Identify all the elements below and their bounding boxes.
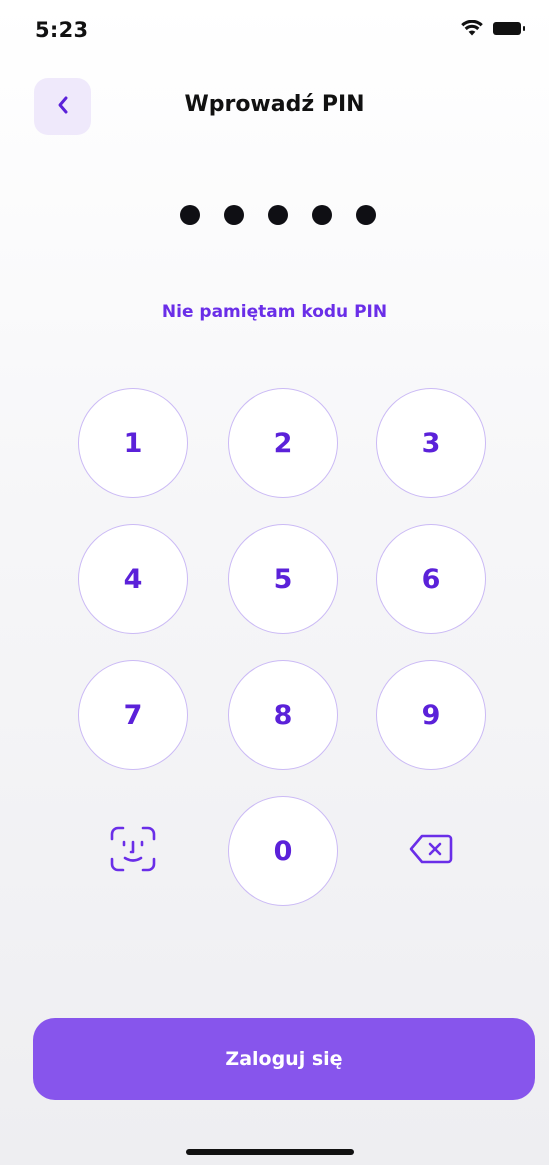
delete-button[interactable]: [376, 796, 486, 906]
battery-icon: [493, 21, 525, 35]
key-8[interactable]: 8: [228, 660, 338, 770]
home-indicator: [186, 1149, 354, 1155]
login-button[interactable]: Zaloguj się: [33, 1018, 535, 1100]
status-bar: 5:23: [0, 0, 549, 60]
key-2[interactable]: 2: [228, 388, 338, 498]
key-3[interactable]: 3: [376, 388, 486, 498]
pin-indicator: [0, 205, 549, 225]
face-id-icon: [109, 825, 157, 877]
backspace-icon: [408, 833, 454, 869]
key-6[interactable]: 6: [376, 524, 486, 634]
key-1[interactable]: 1: [78, 388, 188, 498]
pin-dot: [311, 205, 332, 225]
face-id-button[interactable]: [78, 796, 188, 906]
forgot-pin-link[interactable]: Nie pamiętam kodu PIN: [0, 302, 549, 322]
pin-dot: [223, 205, 244, 225]
key-5[interactable]: 5: [228, 524, 338, 634]
header: Wprowadź PIN: [0, 76, 549, 136]
page-title: Wprowadź PIN: [184, 92, 365, 117]
pin-dot: [267, 205, 288, 225]
wifi-icon: [461, 20, 483, 36]
status-time: 5:23: [35, 18, 89, 42]
key-9[interactable]: 9: [376, 660, 486, 770]
status-icons: [461, 20, 525, 36]
pin-dot: [179, 205, 200, 225]
key-7[interactable]: 7: [78, 660, 188, 770]
pin-dot: [355, 205, 376, 225]
key-4[interactable]: 4: [78, 524, 188, 634]
key-0[interactable]: 0: [228, 796, 338, 906]
